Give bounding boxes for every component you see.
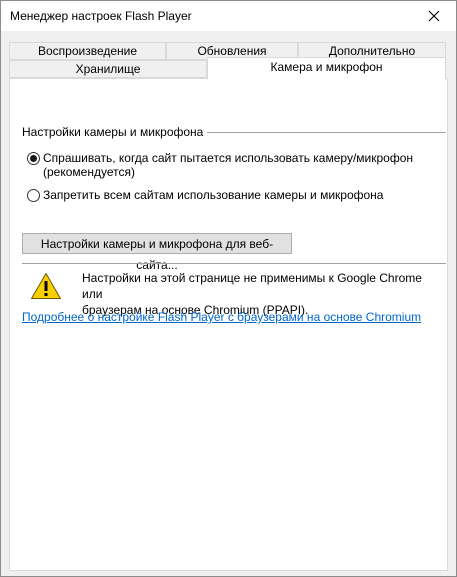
radio-ask-label-line1: Спрашивать, когда сайт пытается использо… <box>43 151 413 165</box>
group-label: Настройки камеры и микрофона <box>22 125 208 139</box>
title-bar: Менеджер настроек Flash Player <box>1 1 456 31</box>
radio-ask-label-line2: (рекомендуется) <box>43 165 135 179</box>
radio-ask-option[interactable]: Спрашивать, когда сайт пытается использо… <box>27 151 413 179</box>
learn-more-link[interactable]: Подробнее о настройке Flash Player с бра… <box>22 310 421 324</box>
close-icon <box>428 10 440 22</box>
radio-deny[interactable] <box>27 189 40 202</box>
notice-line1: Настройки на этой странице не применимы … <box>82 271 422 301</box>
tab-panel-camera: Настройки камеры и микрофона Спрашивать,… <box>9 78 448 571</box>
tab-camera-microphone[interactable]: Камера и микрофон <box>207 57 446 80</box>
settings-window: Менеджер настроек Flash Player Воспроизв… <box>0 0 457 577</box>
separator <box>22 263 446 264</box>
tab-storage[interactable]: Хранилище <box>9 60 207 78</box>
client-area: Воспроизведение Обновления Дополнительно… <box>1 31 456 576</box>
radio-ask-label: Спрашивать, когда сайт пытается использо… <box>43 151 413 179</box>
radio-ask[interactable] <box>27 152 40 165</box>
window-title: Менеджер настроек Flash Player <box>10 9 192 23</box>
radio-deny-label: Запретить всем сайтам использование каме… <box>43 188 384 202</box>
radio-deny-option[interactable]: Запретить всем сайтам использование каме… <box>27 188 383 202</box>
close-button[interactable] <box>412 1 456 31</box>
tab-playback[interactable]: Воспроизведение <box>9 42 166 60</box>
warning-icon <box>31 273 61 299</box>
site-settings-button[interactable]: Настройки камеры и микрофона для веб-сай… <box>22 233 292 272</box>
